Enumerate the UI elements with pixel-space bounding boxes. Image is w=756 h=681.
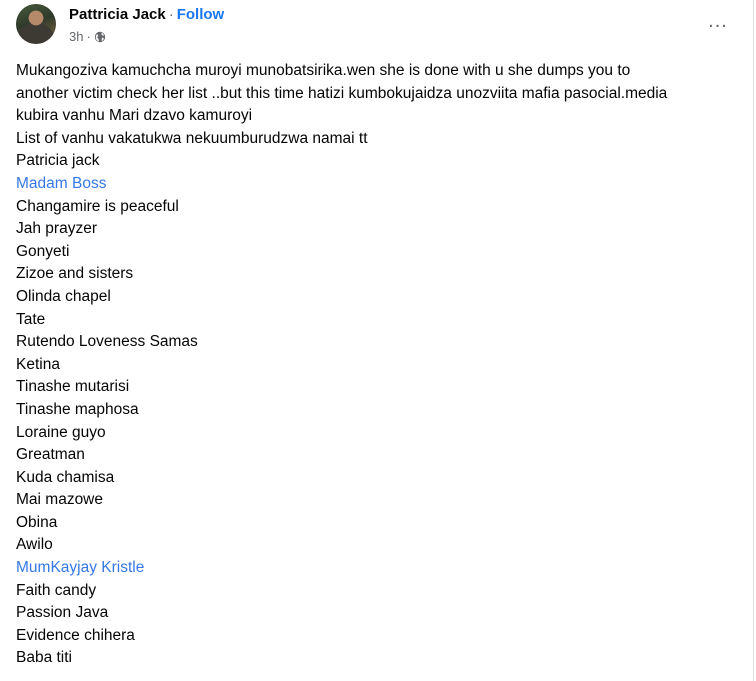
- post-text: Mukangoziva kamuchcha muroyi munobatsiri…: [16, 60, 744, 670]
- list-item: Gonyeti: [16, 242, 70, 260]
- post-timestamp[interactable]: 3h: [69, 29, 83, 45]
- list-item: Changamire is peaceful: [16, 197, 179, 215]
- post-text-line: kubira vanhu Mari dzavo kamuroyi: [16, 107, 253, 125]
- mention-link[interactable]: MumKayjay Kristle: [16, 557, 744, 580]
- list-item: Loraine guyo: [16, 423, 106, 441]
- list-item: Ketina: [16, 355, 60, 373]
- list-item: Tinashe maphosa: [16, 400, 139, 418]
- list-item: Rutendo Loveness Samas: [16, 333, 198, 351]
- list-item: Olinda chapel: [16, 287, 111, 305]
- post-meta: 3h ·: [69, 29, 106, 45]
- list-item: Obina: [16, 513, 58, 531]
- list-item: Greatman: [16, 446, 85, 464]
- post-header: Pattricia Jack · Follow 3h · ...: [16, 4, 736, 48]
- author-name[interactable]: Pattricia Jack: [69, 6, 166, 23]
- list-item: Faith candy: [16, 581, 97, 599]
- author-row: Pattricia Jack · Follow: [69, 5, 224, 25]
- list-item: Passion Java: [16, 604, 109, 622]
- list-item: Zizoe and sisters: [16, 265, 134, 283]
- post-text-line: List of vanhu vakatukwa nekuumburudzwa n…: [16, 129, 368, 147]
- list-item: Baba titi: [16, 649, 73, 667]
- list-item: Tate: [16, 310, 46, 328]
- globe-icon[interactable]: [94, 31, 106, 43]
- list-item: Awilo: [16, 536, 53, 554]
- post-intro: Mukangoziva kamuchcha muroyi munobatsiri…: [16, 60, 744, 150]
- post-card: Pattricia Jack · Follow 3h · ... Mukangozi…: [0, 0, 754, 681]
- mention-link[interactable]: Madam Boss: [16, 173, 744, 196]
- post-text-line: Mukangoziva kamuchcha muroyi munobatsiri…: [16, 62, 631, 79]
- list-item: Jah prayzer: [16, 220, 97, 238]
- more-options-button[interactable]: ...: [700, 10, 736, 40]
- list-item: Evidence chihera: [16, 626, 135, 644]
- name-separator: ·: [168, 6, 174, 23]
- follow-button[interactable]: Follow: [177, 6, 225, 23]
- name-list: Patricia jack Madam Boss Changamire is pea…: [16, 150, 744, 670]
- list-item: Patricia jack: [16, 152, 100, 170]
- author-avatar[interactable]: [16, 4, 56, 44]
- list-item: Tinashe mutarisi: [16, 378, 130, 396]
- meta-separator: ·: [86, 29, 91, 44]
- more-options-icon: ...: [708, 10, 728, 32]
- post-text-line: another victim check her list ..but this…: [16, 84, 668, 102]
- list-item: Kuda chamisa: [16, 468, 115, 486]
- list-item: Mai mazowe: [16, 491, 103, 509]
